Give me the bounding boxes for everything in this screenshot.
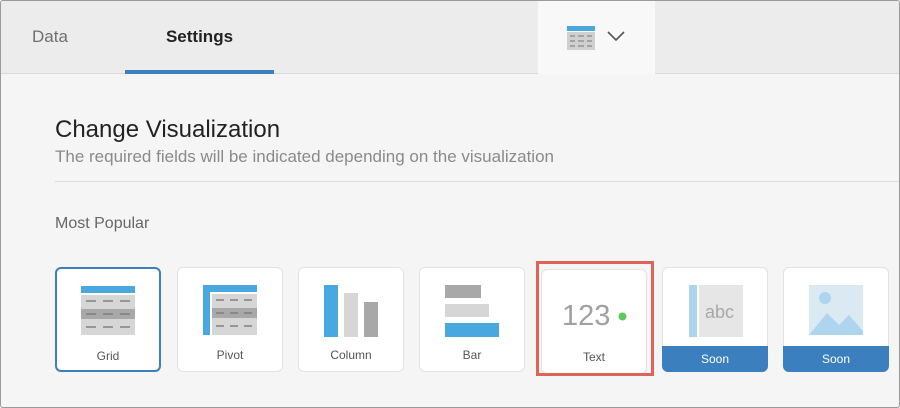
tab-data[interactable]: Data — [32, 1, 68, 73]
viz-card-image: Soon — [783, 267, 889, 372]
settings-panel: Change Visualization The required fields… — [1, 75, 899, 407]
tab-bar: Data Settings — [1, 1, 899, 74]
panel-title: Change Visualization — [55, 116, 281, 143]
viz-card-label: Pivot — [216, 348, 244, 362]
viz-card-label: Column — [330, 348, 372, 362]
grid-table-icon — [567, 26, 595, 50]
viz-card-grid[interactable]: Grid — [55, 267, 161, 372]
text-123-icon: 123 — [562, 300, 611, 332]
column-chart-icon — [324, 285, 378, 337]
viz-card-pivot[interactable]: Pivot — [177, 267, 283, 372]
tab-settings-label: Settings — [165, 27, 234, 46]
image-icon — [809, 285, 863, 335]
tab-settings[interactable]: Settings — [125, 1, 274, 74]
grid-icon — [81, 286, 135, 335]
soon-badge: Soon — [783, 346, 889, 372]
panel-subtitle: The required fields will be indicated de… — [55, 147, 554, 166]
text-abc-glyph: abc — [705, 302, 735, 322]
viz-card-label: Bar — [462, 348, 482, 362]
status-dot-icon — [618, 312, 627, 321]
active-tab-indicator — [125, 70, 274, 74]
viz-card-column[interactable]: Column — [298, 267, 404, 372]
section-heading: Most Popular — [55, 215, 150, 232]
soon-badge: Soon — [662, 346, 768, 372]
bar-chart-icon — [445, 285, 499, 337]
viz-card-text-abc: abc Soon — [662, 267, 768, 372]
pivot-icon — [203, 285, 257, 335]
viz-card-label: Text — [582, 350, 605, 364]
app-window: Data Settings Change Visualization The r… — [0, 0, 900, 408]
viz-card-bar[interactable]: Bar — [419, 267, 525, 372]
divider — [55, 181, 899, 182]
viz-card-text[interactable]: 123 Text — [541, 269, 647, 374]
visualization-picker[interactable] — [538, 1, 655, 74]
viz-card-label: Grid — [96, 349, 120, 363]
chevron-down-icon — [607, 31, 625, 42]
